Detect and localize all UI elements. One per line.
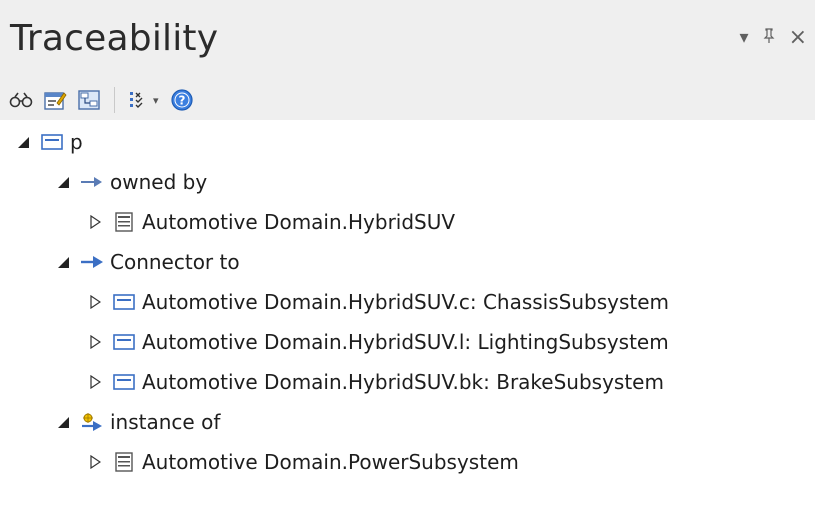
collapsed-triangle-icon[interactable] xyxy=(86,293,104,311)
tree-node-label: Automotive Domain.HybridSUV xyxy=(142,210,456,234)
tree-group-instance-of[interactable]: instance of xyxy=(0,402,815,442)
tree-item[interactable]: Automotive Domain.HybridSUV.l: LightingS… xyxy=(0,322,815,362)
close-icon[interactable]: × xyxy=(789,27,807,49)
svg-text:?: ? xyxy=(178,94,185,108)
help-icon[interactable]: ? xyxy=(169,87,195,113)
part-icon xyxy=(112,372,136,392)
tree-item[interactable]: Automotive Domain.PowerSubsystem xyxy=(0,442,815,482)
toolbar-separator xyxy=(114,87,115,113)
filter-list-icon[interactable] xyxy=(125,87,151,113)
panel-title: Traceability xyxy=(10,18,219,59)
pin-icon[interactable] xyxy=(763,28,775,48)
block-icon xyxy=(112,212,136,232)
tree-node-label: Connector to xyxy=(110,250,240,274)
tree-item[interactable]: Automotive Domain.HybridSUV.c: ChassisSu… xyxy=(0,282,815,322)
tree-node-label: owned by xyxy=(110,170,208,194)
collapsed-triangle-icon[interactable] xyxy=(86,453,104,471)
expanded-triangle-icon[interactable] xyxy=(14,133,32,151)
chevron-down-icon[interactable]: ▾ xyxy=(153,94,159,107)
dropdown-menu-icon[interactable]: ▾ xyxy=(740,29,749,47)
part-icon xyxy=(112,292,136,312)
tree-node-label: Automotive Domain.HybridSUV.bk: BrakeSub… xyxy=(142,370,664,394)
diagram-icon[interactable] xyxy=(76,87,102,113)
instance-of-icon xyxy=(80,412,104,432)
tree-node-label: Automotive Domain.HybridSUV.l: LightingS… xyxy=(142,330,669,354)
tree-node-label: Automotive Domain.PowerSubsystem xyxy=(142,450,519,474)
tree-node-label: p xyxy=(70,130,83,154)
owned-by-arrow-icon xyxy=(80,172,104,192)
tree-node-label: Automotive Domain.HybridSUV.c: ChassisSu… xyxy=(142,290,670,314)
tree-group-connector-to[interactable]: Connector to xyxy=(0,242,815,282)
collapsed-triangle-icon[interactable] xyxy=(86,333,104,351)
expanded-triangle-icon[interactable] xyxy=(54,413,72,431)
tree-item[interactable]: Automotive Domain.HybridSUV xyxy=(0,202,815,242)
tree-root-node[interactable]: p xyxy=(0,122,815,162)
collapsed-triangle-icon[interactable] xyxy=(86,373,104,391)
block-icon xyxy=(112,452,136,472)
binoculars-icon[interactable] xyxy=(8,87,34,113)
expanded-triangle-icon[interactable] xyxy=(54,253,72,271)
toolbar: ▾ ? xyxy=(0,80,815,120)
tree-node-label: instance of xyxy=(110,410,221,434)
connector-arrow-icon xyxy=(80,252,104,272)
window-controls: ▾ × xyxy=(740,27,807,49)
part-icon xyxy=(40,132,64,152)
tree-item[interactable]: Automotive Domain.HybridSUV.bk: BrakeSub… xyxy=(0,362,815,402)
collapsed-triangle-icon[interactable] xyxy=(86,213,104,231)
panel-header: Traceability ▾ × xyxy=(0,0,815,80)
part-icon xyxy=(112,332,136,352)
traceability-tree: p owned by Automotive Domain.HybridSUV C… xyxy=(0,122,815,482)
tree-group-owned-by[interactable]: owned by xyxy=(0,162,815,202)
expanded-triangle-icon[interactable] xyxy=(54,173,72,191)
properties-icon[interactable] xyxy=(42,87,68,113)
